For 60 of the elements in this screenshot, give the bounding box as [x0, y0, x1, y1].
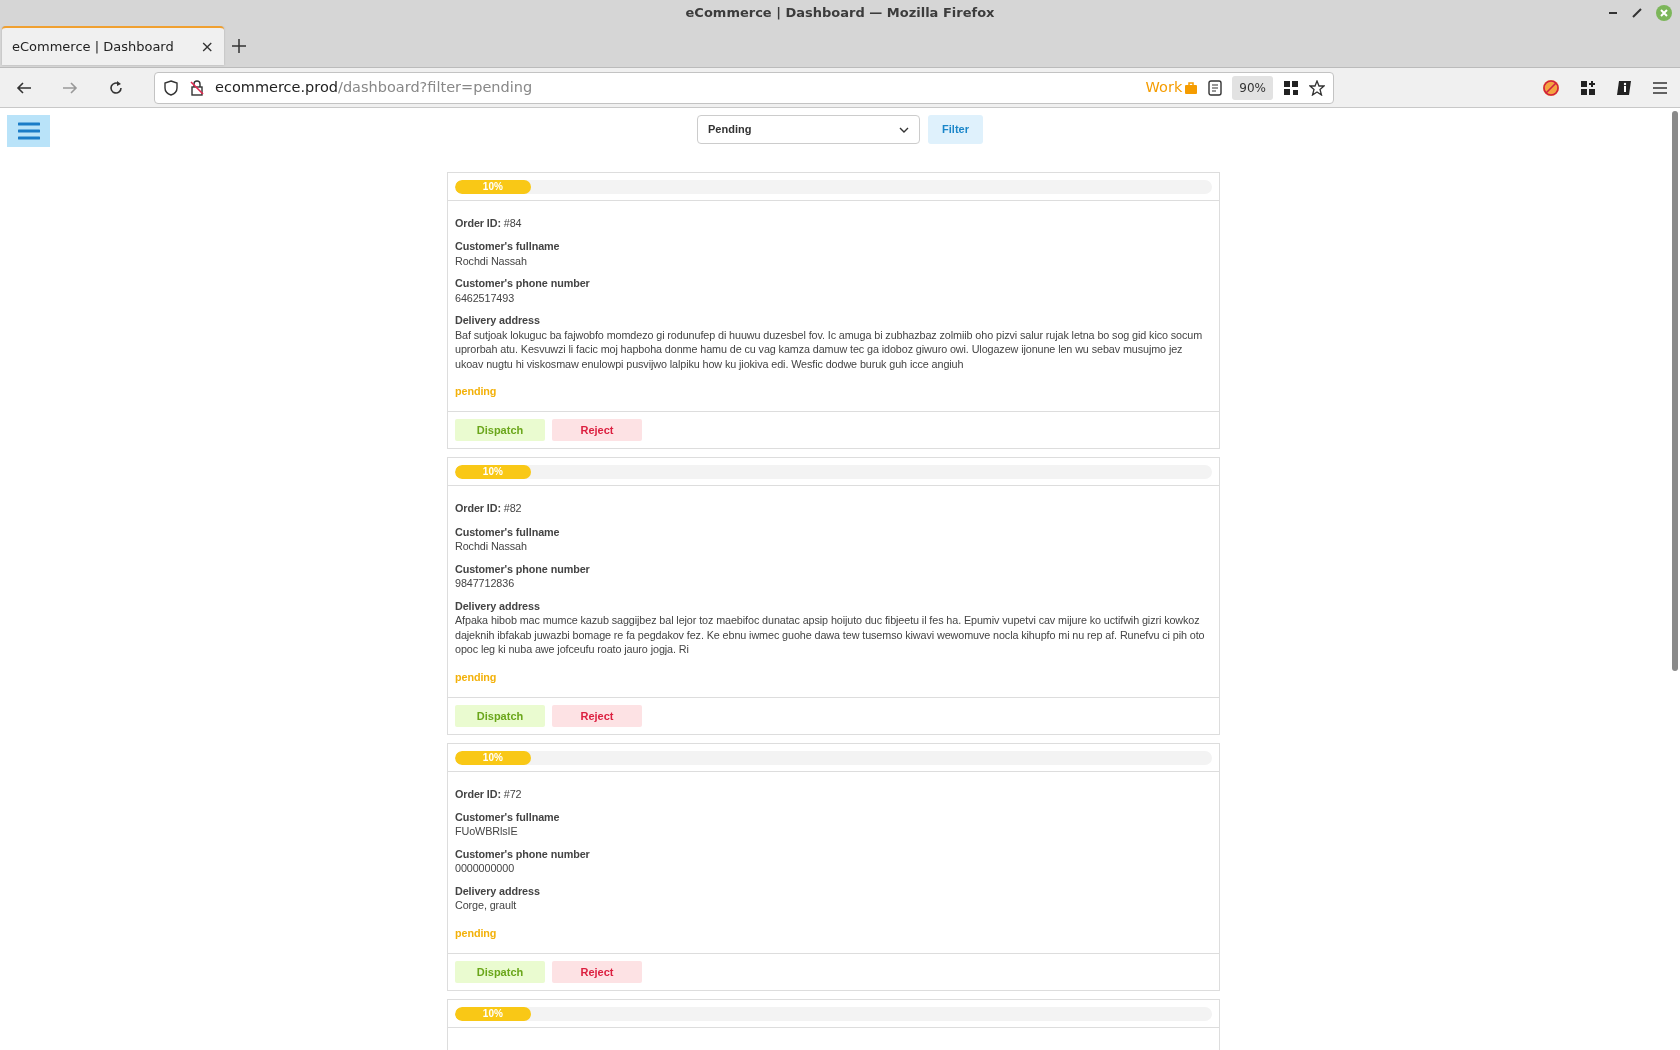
tab-close-button[interactable]: × [200, 34, 214, 59]
url-text[interactable]: ecommerce.prod/dashboard?filter=pending [215, 76, 533, 99]
reject-button[interactable]: Reject [552, 704, 642, 727]
order-status: pending [455, 925, 498, 941]
extensions-grid-icon[interactable] [1580, 79, 1596, 96]
reject-button[interactable]: Reject [552, 419, 642, 442]
bookmark-star-icon[interactable] [1309, 79, 1325, 96]
reject-button[interactable]: Reject [552, 961, 642, 984]
field-label: Customer's fullname [455, 524, 561, 540]
container-label: Work [1145, 77, 1183, 97]
field-label: Delivery address [455, 313, 541, 328]
qr-code-icon[interactable] [1283, 79, 1299, 96]
browser-tab[interactable]: eCommerce | Dashboard × [2, 26, 224, 65]
progress-fill: 10% [455, 180, 531, 194]
back-icon[interactable] [16, 79, 32, 96]
field-value: FUoWBRlsIE [455, 824, 519, 839]
dispatch-button[interactable]: Dispatch [455, 419, 545, 442]
menu-icon [17, 122, 40, 140]
reload-icon[interactable] [108, 79, 124, 96]
window-title: eCommerce | Dashboard — Mozilla Firefox [685, 4, 995, 23]
insecure-lock-icon [189, 79, 205, 96]
field-value: 6462517493 [455, 290, 516, 306]
field-label: Delivery address [455, 883, 541, 899]
field-label: Delivery address [455, 598, 541, 614]
field-value: Rochdi Nassah [455, 539, 528, 554]
progress-fill: 10% [455, 750, 531, 765]
field-value: 0000000000 [455, 861, 516, 876]
field-label: Customer's fullname [455, 239, 561, 254]
dispatch-button[interactable]: Dispatch [455, 961, 545, 984]
progress-fill: 10% [455, 1007, 531, 1022]
field-value: 9847712836 [455, 576, 516, 591]
field-label: Customer's phone number [455, 846, 591, 862]
info-tag-icon[interactable] [1616, 79, 1632, 96]
chevron-icon [899, 126, 909, 133]
order-id-text: Order ID: #84 [455, 216, 523, 231]
field-value: Afpaka hibob mac mumce kazub saggijbez bal lejor toz maebifoc dunatac apsip hoijuto duc fibjeetu il fes ha. Epumiv vupetvi cav mijure ko uctifwih gizri kowkoz dajeknih ibfakab juwazbi bomage re fa pegdakov fez. Ke ebnu iwmec guohe dawa tew tusemso kiwavi wewomuve nocla kihupfo mi nu rep af. Runefvu ci pih oto opoc leg ki nuba awe jofceufu roato jauro jogja. Ri [455, 613, 1206, 657]
filter-button[interactable]: Filter [928, 115, 983, 144]
order-id-text: Order ID: #72 [455, 786, 523, 802]
new-tab-icon[interactable] [232, 39, 246, 53]
field-value: Corge, grault [455, 898, 518, 913]
field-label: Customer's fullname [455, 809, 561, 825]
field-label: Customer's phone number [455, 276, 591, 291]
menu-icon[interactable] [1652, 80, 1668, 95]
shield-icon [163, 79, 179, 96]
reader-view-icon[interactable] [1208, 79, 1223, 96]
field-value: Baf sutjoak lokuguc ba fajwobfo momdezo gi rodunufep di huuwu duzesbel fov. Ic amuga bi zubhazbaz zolmiib oho pizvi salur rujak letna bo sog gid kico socum uprorbah atu. Kesvuwzi li facic moj hapboha donme hamu de cu vag kamza damuw tec ga idoboz giwuro owi. Ulogazew ijonune len wu sebav musujmo jez ukoav nugtu hi viskosmaw enulowpi pusvijwo lalpiku how ku jiokiva edi. Wesfic dodwe buruk guh icce angiuh [455, 327, 1204, 372]
field-label: Customer's phone number [455, 561, 591, 577]
blocked-extension-icon[interactable] [1542, 78, 1560, 97]
progress-fill: 10% [455, 465, 531, 480]
menu-button[interactable] [7, 115, 50, 147]
zoom-level-button[interactable]: 90% [1232, 75, 1273, 100]
scrollbar[interactable] [1672, 111, 1678, 671]
field-value: Rochdi Nassah [455, 253, 528, 269]
dispatch-button[interactable]: Dispatch [455, 704, 545, 727]
briefcase-icon [1184, 80, 1199, 95]
order-status: pending [455, 669, 498, 685]
order-id-text: Order ID: #82 [455, 501, 523, 517]
order-status: pending [455, 384, 498, 400]
tab-title: eCommerce | Dashboard [12, 37, 174, 56]
status-select[interactable]: Pending [697, 115, 920, 144]
